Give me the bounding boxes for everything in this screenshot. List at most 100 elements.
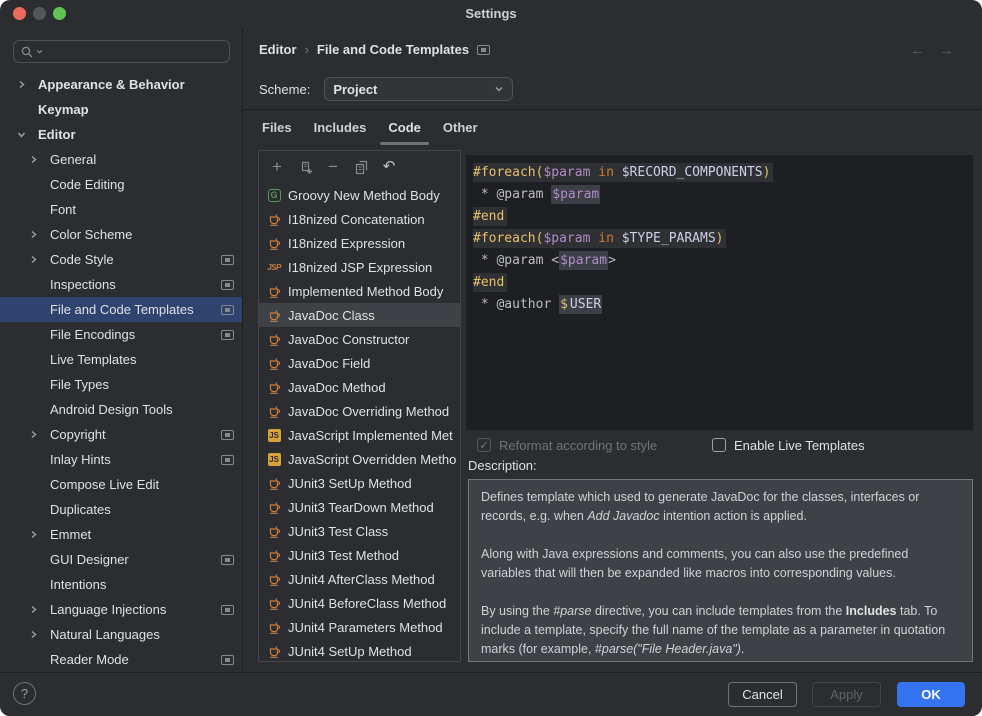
- template-item-junit3-test-method[interactable]: JUnit3 Test Method: [259, 543, 460, 567]
- template-item-junit4-setup-method[interactable]: JUnit4 SetUp Method: [259, 639, 460, 662]
- sidebar-item-inlay-hints[interactable]: Inlay Hints: [0, 447, 242, 472]
- description-panel[interactable]: Defines template which used to generate …: [468, 479, 973, 662]
- sidebar-item-label: General: [50, 152, 96, 167]
- sidebar-item-label: Natural Languages: [50, 627, 160, 642]
- scheme-label: Scheme:: [259, 82, 310, 97]
- template-item-junit3-test-class[interactable]: JUnit3 Test Class: [259, 519, 460, 543]
- template-item-javadoc-constructor[interactable]: JavaDoc Constructor: [259, 327, 460, 351]
- sidebar-item-live-templates[interactable]: Live Templates: [0, 347, 242, 372]
- sidebar-item-code-style[interactable]: Code Style: [0, 247, 242, 272]
- template-item-junit3-teardown-method[interactable]: JUnit3 TearDown Method: [259, 495, 460, 519]
- template-item-i18nized-concatenation[interactable]: I18nized Concatenation: [259, 207, 460, 231]
- sidebar-item-label: Compose Live Edit: [50, 477, 159, 492]
- rollback-icon[interactable]: ↶: [381, 159, 397, 175]
- sidebar-item-code-editing[interactable]: Code Editing: [0, 172, 242, 197]
- java-file-icon: [266, 403, 282, 419]
- template-item-i18nized-expression[interactable]: I18nized Expression: [259, 231, 460, 255]
- template-item-javascript-implemented-met[interactable]: JSJavaScript Implemented Met: [259, 423, 460, 447]
- sidebar-item-label: Appearance & Behavior: [38, 77, 185, 92]
- template-item-javadoc-class[interactable]: JavaDoc Class: [259, 303, 460, 327]
- sidebar-item-android-design-tools[interactable]: Android Design Tools: [0, 397, 242, 422]
- sidebar-item-intentions[interactable]: Intentions: [0, 572, 242, 597]
- template-item-junit4-afterclass-method[interactable]: JUnit4 AfterClass Method: [259, 567, 460, 591]
- sidebar-item-label: Inspections: [50, 277, 116, 292]
- template-item-label: JUnit4 AfterClass Method: [288, 572, 435, 587]
- tab-files[interactable]: Files: [251, 114, 303, 145]
- ok-button[interactable]: OK: [897, 682, 965, 707]
- sidebar-item-label: File Encodings: [50, 327, 135, 342]
- back-icon[interactable]: ←: [910, 42, 925, 59]
- sidebar-item-inspections[interactable]: Inspections: [0, 272, 242, 297]
- sidebar-item-copyright[interactable]: Copyright: [0, 422, 242, 447]
- java-file-icon: [266, 211, 282, 227]
- sidebar-item-general[interactable]: General: [0, 147, 242, 172]
- chevron-right-icon[interactable]: [26, 228, 40, 242]
- sidebar-item-keymap[interactable]: Keymap: [0, 97, 242, 122]
- window-title: Settings: [0, 6, 982, 21]
- chevron-right-icon[interactable]: [14, 78, 28, 92]
- help-icon[interactable]: ?: [13, 682, 36, 705]
- chevron-right-icon[interactable]: [26, 253, 40, 267]
- chevron-right-icon[interactable]: [26, 428, 40, 442]
- remove-icon[interactable]: −: [325, 159, 341, 175]
- footer: ? Cancel Apply OK: [0, 672, 982, 716]
- sidebar-item-file-encodings[interactable]: File Encodings: [0, 322, 242, 347]
- sidebar-item-label: Intentions: [50, 577, 106, 592]
- tab-code[interactable]: Code: [377, 114, 432, 145]
- copy-template-icon[interactable]: [297, 159, 313, 175]
- add-icon[interactable]: +: [269, 159, 285, 175]
- template-item-label: JUnit4 Parameters Method: [288, 620, 443, 635]
- chevron-right-icon[interactable]: [26, 528, 40, 542]
- sidebar-item-appearance-behavior[interactable]: Appearance & Behavior: [0, 72, 242, 97]
- template-item-junit4-parameters-method[interactable]: JUnit4 Parameters Method: [259, 615, 460, 639]
- sidebar-item-emmet[interactable]: Emmet: [0, 522, 242, 547]
- settings-search-box[interactable]: [13, 40, 230, 63]
- java-file-icon: [266, 595, 282, 611]
- code-line: #end: [473, 206, 973, 228]
- project-scope-icon: [221, 455, 234, 465]
- chevron-spacer: [26, 403, 40, 417]
- sidebar-item-color-scheme[interactable]: Color Scheme: [0, 222, 242, 247]
- sidebar-item-gui-designer[interactable]: GUI Designer: [0, 547, 242, 572]
- template-item-javadoc-method[interactable]: JavaDoc Method: [259, 375, 460, 399]
- sidebar-item-natural-languages[interactable]: Natural Languages: [0, 622, 242, 647]
- sidebar-item-editor[interactable]: Editor: [0, 122, 242, 147]
- search-input[interactable]: [45, 44, 223, 60]
- chevron-spacer: [26, 503, 40, 517]
- sidebar-item-file-types[interactable]: File Types: [0, 372, 242, 397]
- template-item-label: JavaDoc Constructor: [288, 332, 409, 347]
- chevron-spacer: [26, 353, 40, 367]
- template-item-junit3-setup-method[interactable]: JUnit3 SetUp Method: [259, 471, 460, 495]
- scheme-value: Project: [333, 82, 377, 97]
- template-item-junit4-beforeclass-method[interactable]: JUnit4 BeforeClass Method: [259, 591, 460, 615]
- live-templates-checkbox[interactable]: [712, 438, 726, 452]
- chevron-spacer: [26, 328, 40, 342]
- template-item-javadoc-field[interactable]: JavaDoc Field: [259, 351, 460, 375]
- template-item-groovy-new-method-body[interactable]: GGroovy New Method Body: [259, 183, 460, 207]
- duplicate-icon[interactable]: [353, 159, 369, 175]
- template-list-panel: + − ↶ GGroovy New Method BodyI18nized Conc…: [258, 150, 461, 662]
- chevron-down-icon[interactable]: [14, 128, 28, 142]
- tab-other[interactable]: Other: [432, 114, 489, 145]
- scheme-dropdown[interactable]: Project: [324, 77, 513, 101]
- template-item-implemented-method-body[interactable]: Implemented Method Body: [259, 279, 460, 303]
- template-item-javascript-overridden-metho[interactable]: JSJavaScript Overridden Metho: [259, 447, 460, 471]
- sidebar-item-file-and-code-templates[interactable]: File and Code Templates: [0, 297, 242, 322]
- template-item-i18nized-jsp-expression[interactable]: JSPI18nized JSP Expression: [259, 255, 460, 279]
- sidebar-item-duplicates[interactable]: Duplicates: [0, 497, 242, 522]
- sidebar-item-language-injections[interactable]: Language Injections: [0, 597, 242, 622]
- java-file-icon: [266, 499, 282, 515]
- template-code-editor[interactable]: #foreach($param in $RECORD_COMPONENTS) *…: [466, 155, 973, 430]
- forward-icon[interactable]: →: [939, 42, 954, 59]
- template-list[interactable]: GGroovy New Method BodyI18nized Concaten…: [259, 183, 460, 661]
- cancel-button[interactable]: Cancel: [728, 682, 797, 707]
- sidebar-item-compose-live-edit[interactable]: Compose Live Edit: [0, 472, 242, 497]
- breadcrumb-editor[interactable]: Editor: [259, 42, 297, 57]
- chevron-right-icon[interactable]: [26, 628, 40, 642]
- sidebar-item-font[interactable]: Font: [0, 197, 242, 222]
- sidebar-item-reader-mode[interactable]: Reader Mode: [0, 647, 242, 672]
- chevron-right-icon[interactable]: [26, 153, 40, 167]
- template-item-javadoc-overriding-method[interactable]: JavaDoc Overriding Method: [259, 399, 460, 423]
- tab-includes[interactable]: Includes: [303, 114, 378, 145]
- chevron-right-icon[interactable]: [26, 603, 40, 617]
